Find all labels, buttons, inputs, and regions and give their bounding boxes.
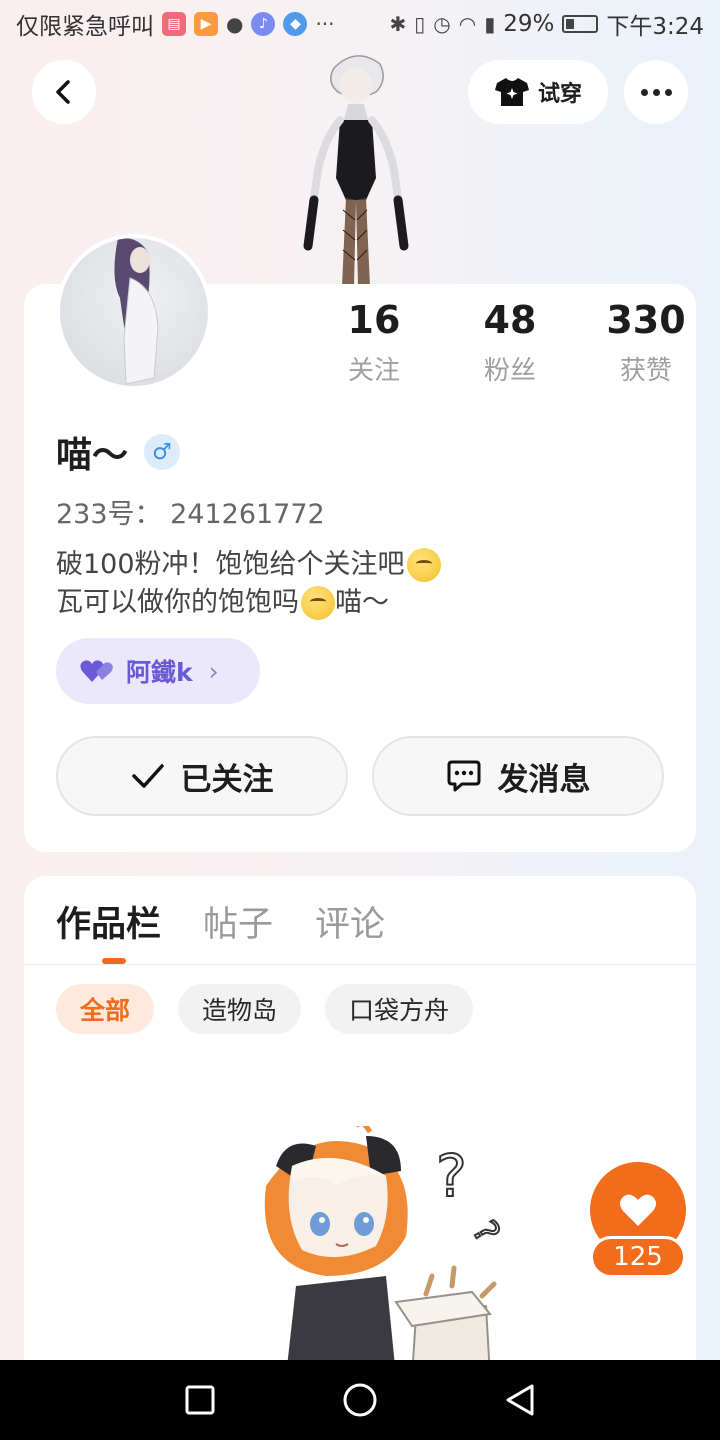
bio-line-2-text: 瓦可以做你的饱饱吗	[56, 587, 299, 618]
try-on-button[interactable]: 试穿	[468, 60, 608, 124]
tab-works[interactable]: 作品栏	[56, 896, 161, 947]
svg-text:?: ?	[436, 1142, 467, 1210]
filter-creation-island[interactable]: 造物岛	[178, 984, 302, 1034]
filter-all[interactable]: 全部	[56, 984, 155, 1034]
vibrate-icon: ▯	[414, 12, 426, 36]
avatar-image	[60, 238, 208, 386]
tab-posts[interactable]: 帖子	[203, 896, 273, 947]
avatar-character-figure	[303, 55, 409, 286]
filter-pocket-ark[interactable]: 口袋方舟	[325, 984, 474, 1034]
wifi-icon: ◠	[458, 12, 477, 36]
followed-label: 已关注	[180, 761, 274, 798]
name-row: 喵～ ♂	[56, 426, 181, 478]
system-navigation-bar	[0, 1360, 720, 1440]
like-count-badge: 125	[590, 1236, 686, 1278]
video-app-icon: ▶	[194, 12, 218, 36]
try-on-label: 试穿	[537, 82, 582, 107]
likes-received-label: 获赞	[619, 356, 672, 386]
likes-received-count: 330	[606, 298, 686, 342]
person-icon: ●	[226, 12, 244, 36]
bio-line-2-suffix: 喵～	[335, 587, 389, 618]
followers-label: 粉丝	[483, 356, 536, 386]
chevron-left-icon	[56, 80, 70, 104]
user-avatar[interactable]	[56, 234, 212, 390]
gender-male-icon: ♂	[144, 434, 181, 470]
bio-line-1: 破100粉冲！饱饱给个关注吧	[56, 546, 441, 584]
shirt-icon	[494, 78, 529, 106]
alarm-icon: ◷	[433, 12, 451, 36]
send-message-button[interactable]: 发消息	[372, 736, 664, 816]
stat-followers[interactable]: 48 粉丝	[442, 296, 578, 387]
followers-count: 48	[483, 298, 537, 342]
user-bio: 破100粉冲！饱饱给个关注吧 瓦可以做你的饱饱吗 喵～	[56, 546, 441, 622]
works-section: 作品栏 帖子 评论 全部 造物岛 口袋方舟 ? ?	[24, 876, 696, 1376]
carrier-text: 仅限紧急呼叫	[16, 14, 154, 40]
tab-comments[interactable]: 评论	[315, 896, 385, 947]
tabs-divider	[24, 964, 696, 965]
circle-icon	[343, 1383, 377, 1417]
music-icon: ♪	[251, 12, 276, 36]
send-message-label: 发消息	[497, 761, 591, 798]
sim-icon: ▮	[484, 12, 496, 36]
following-count: 16	[347, 298, 401, 342]
chat-bubble-icon	[447, 760, 480, 792]
square-icon	[185, 1385, 215, 1415]
status-right: ✱ ▯ ◷ ◠ ▮ 29% 下午3:24	[390, 7, 704, 41]
status-bar: 仅限紧急呼叫 ▤ ▶ ● ♪ ◆ ··· ✱ ▯ ◷ ◠ ▮ 29% 下午3:2…	[0, 0, 720, 48]
browser-icon: ◆	[283, 12, 308, 36]
stat-following[interactable]: 16 关注	[306, 296, 442, 387]
bluetooth-icon: ✱	[389, 12, 407, 36]
winking-face-emoji-icon	[301, 586, 335, 620]
username: 喵～	[56, 435, 129, 476]
back-button[interactable]	[32, 60, 96, 124]
cp-name: 阿鐵k	[126, 658, 193, 687]
stat-likes[interactable]: 330 获赞	[578, 296, 714, 387]
status-left: 仅限紧急呼叫 ▤ ▶ ● ♪ ◆ ···	[16, 7, 335, 41]
drooling-face-emoji-icon	[406, 548, 441, 582]
check-icon	[131, 764, 164, 788]
followed-button[interactable]: 已关注	[56, 736, 348, 816]
status-time: 下午3:24	[606, 14, 704, 40]
back-nav-button[interactable]	[490, 1370, 550, 1430]
svg-text:?: ?	[464, 1214, 508, 1250]
recent-apps-button[interactable]	[170, 1370, 230, 1430]
cp-relationship-tag[interactable]: 阿鐵k ›	[56, 638, 260, 704]
works-tabs: 作品栏 帖子 评论	[56, 896, 385, 947]
chevron-right-icon: ›	[208, 656, 219, 686]
double-heart-icon	[80, 660, 113, 682]
empty-state-mascot-illustration: ? ?	[264, 1126, 508, 1376]
heart-icon	[620, 1194, 656, 1226]
battery-icon	[562, 15, 599, 33]
avatar-character	[114, 238, 159, 385]
bio-line-1-text: 破100粉冲！饱饱给个关注吧	[56, 549, 405, 580]
more-dots-icon	[640, 88, 672, 96]
home-button[interactable]	[330, 1370, 390, 1430]
app-notification-icon: ▤	[162, 12, 186, 36]
more-notifications: ···	[315, 12, 335, 36]
works-filters: 全部 造物岛 口袋方舟	[56, 984, 474, 1034]
user-id: 233号： 241261772	[56, 499, 325, 530]
battery-percent: 29%	[503, 11, 555, 37]
following-label: 关注	[347, 356, 400, 386]
profile-stats: 16 关注 48 粉丝 330 获赞	[306, 296, 714, 387]
more-options-button[interactable]	[624, 60, 688, 124]
bio-line-2: 瓦可以做你的饱饱吗 喵～	[56, 584, 441, 622]
triangle-back-icon	[506, 1384, 534, 1416]
